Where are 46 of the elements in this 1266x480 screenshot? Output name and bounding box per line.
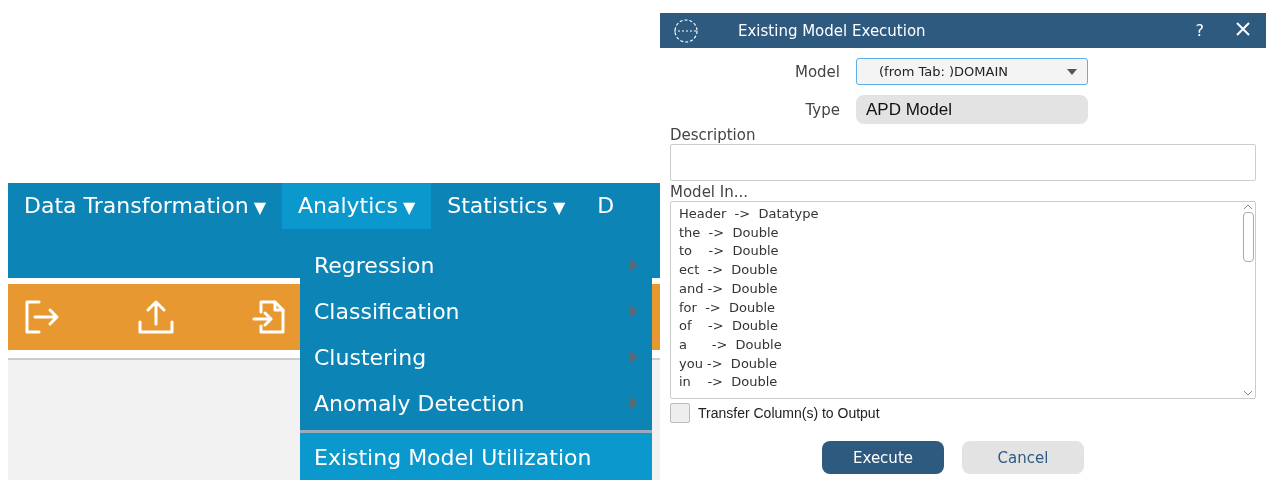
menu-item[interactable]: Regression [300, 242, 652, 288]
execute-button[interactable]: Execute [822, 441, 944, 474]
menu-tab[interactable]: D [581, 183, 631, 229]
close-icon [1236, 22, 1250, 36]
list-item: and -> Double [679, 279, 779, 298]
upload-icon[interactable] [137, 298, 175, 336]
menu-item[interactable]: Existing Model Utilization [300, 430, 652, 480]
list-item: in -> Double [679, 373, 779, 392]
list-item: to -> Double [679, 242, 780, 261]
caret-icon [1067, 68, 1077, 75]
menu-item-label: Anomaly Detection [314, 390, 525, 416]
menu-item[interactable]: Anomaly Detection [300, 380, 652, 426]
type-field: APD Model [856, 95, 1088, 124]
list-item: you -> Double [679, 354, 778, 373]
list-item: a -> Double [679, 335, 783, 354]
field-label: Description [670, 126, 757, 144]
field-label: Type [804, 100, 840, 119]
menu-item-label: Regression [314, 252, 435, 278]
scroll-down-icon[interactable] [1243, 390, 1253, 396]
description-field[interactable] [670, 144, 1256, 181]
scrollbar[interactable] [1241, 202, 1255, 398]
help-button[interactable]: ? [1189, 21, 1210, 40]
model-inputs-list[interactable]: Header -> Datatype the -> Double to -> Double ect -> Double and -> Double for -> Double of -> Double a -> Double you -> Double in -> Double [670, 201, 1256, 399]
list-item: ect -> Double [679, 261, 779, 280]
list-item: of -> Double [679, 317, 779, 336]
scroll-up-icon[interactable] [1243, 204, 1253, 210]
exit-arrow-icon[interactable] [23, 298, 61, 336]
menu-item[interactable]: Clustering [300, 334, 652, 380]
list-item: for -> Double [679, 298, 777, 317]
menu-item[interactable]: Classification [300, 288, 652, 334]
model-dropdown[interactable]: (from Tab: )DOMAIN [856, 58, 1088, 85]
menu-item-label: Clustering [314, 344, 427, 370]
menu-tab[interactable]: Data Transformation ▼ [8, 183, 282, 229]
list-item: Header -> Datatype [679, 205, 820, 223]
field-label: Model [793, 62, 840, 81]
menu-item-label: Existing Model Utilization [314, 444, 592, 470]
cancel-button[interactable]: Cancel [962, 441, 1084, 474]
list-item: the -> Double [679, 223, 780, 242]
field-label: Model In... [670, 183, 750, 201]
window-title: Existing Model Execution [738, 21, 927, 40]
menu-tab[interactable]: Statistics ▼ [431, 183, 582, 229]
checkbox-label: Transfer Column(s) to Output [698, 405, 880, 421]
checkbox[interactable] [670, 403, 690, 423]
menu-item-label: Classification [314, 298, 460, 324]
scrollbar-thumb[interactable] [1242, 212, 1254, 262]
menu-tab[interactable]: Analytics ▼ [281, 183, 432, 229]
